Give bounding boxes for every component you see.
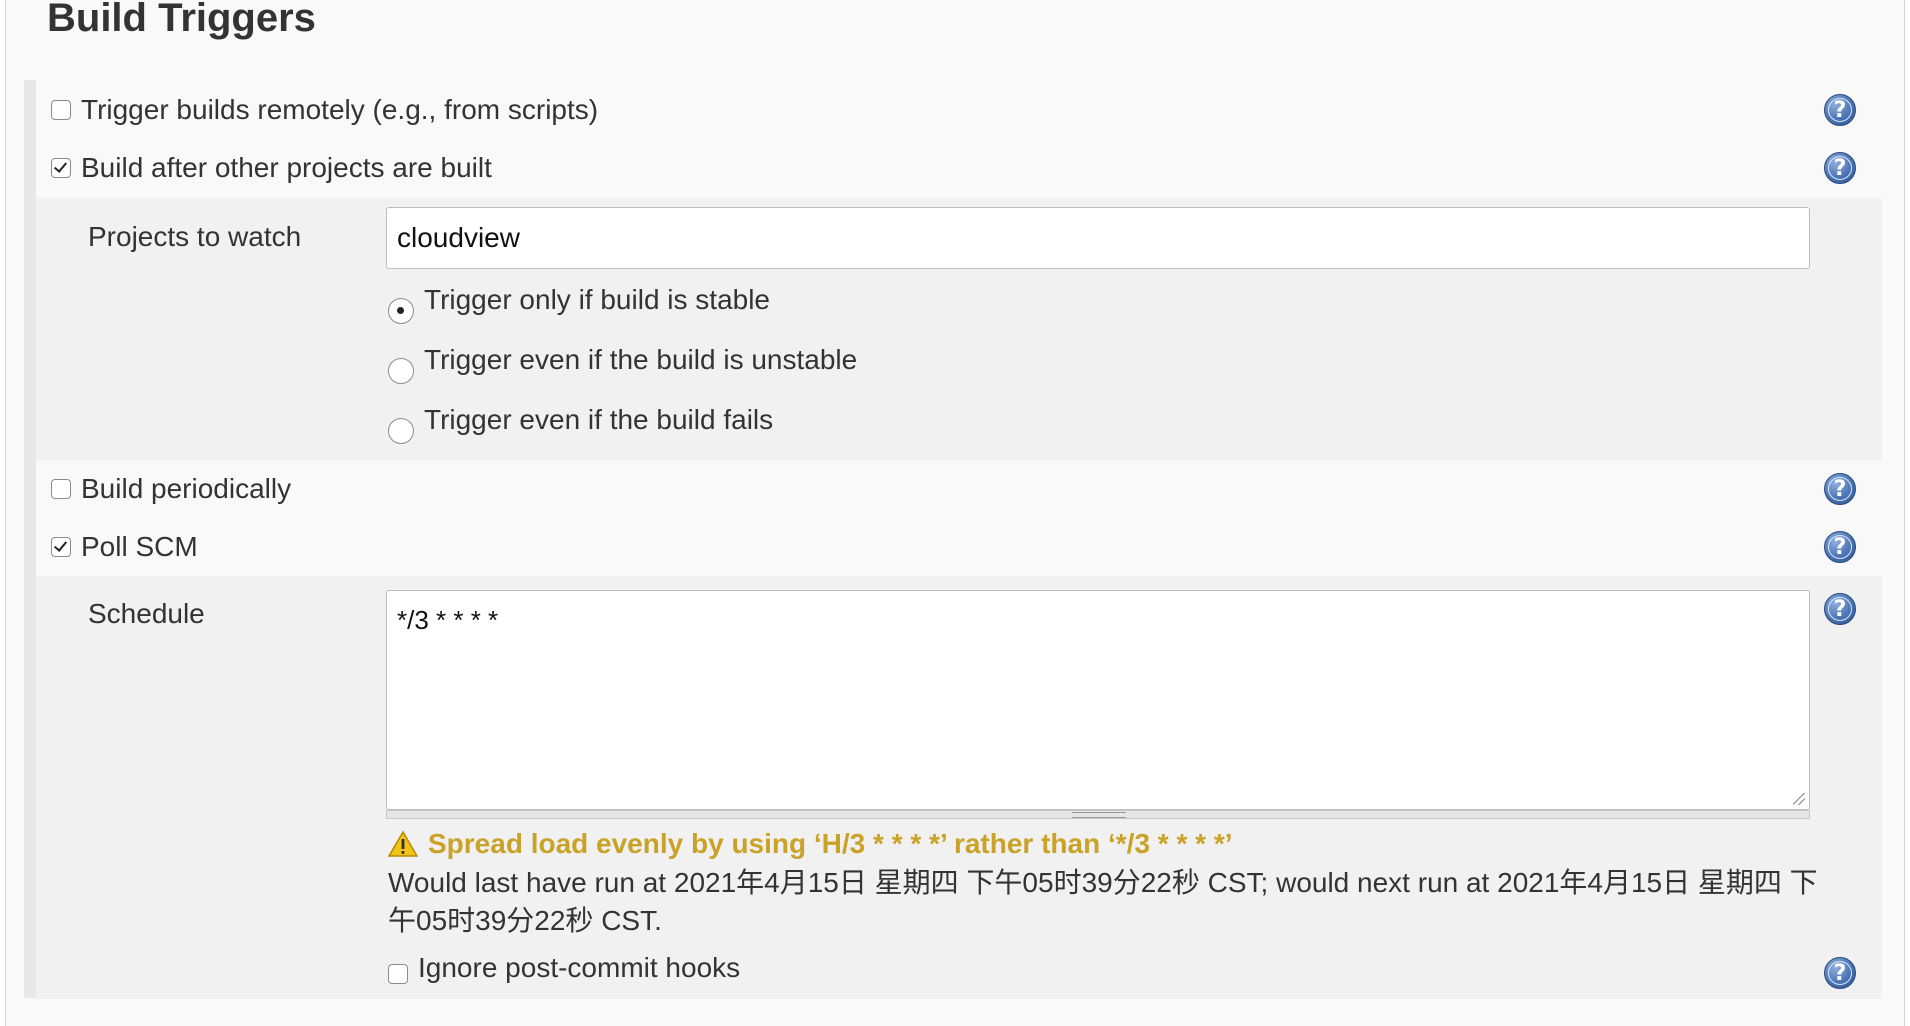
textarea-resize-handle[interactable]	[386, 810, 1810, 819]
projects-to-watch-label: Projects to watch	[88, 221, 302, 252]
schedule-label: Schedule	[88, 598, 205, 629]
help-icon[interactable]: ?	[1824, 593, 1856, 625]
radio-button[interactable]	[388, 358, 414, 384]
warning-icon	[388, 830, 418, 857]
section-title: Build Triggers	[47, 0, 316, 40]
warning-text: Spread load evenly by using ‘H/3 * * * *…	[428, 828, 1233, 859]
help-icon[interactable]: ?	[1824, 957, 1856, 989]
radio-button[interactable]	[388, 298, 414, 324]
ignore-post-commit-hooks-checkbox[interactable]	[388, 964, 408, 984]
build-periodically-row[interactable]: Build periodically	[51, 463, 291, 515]
build-after-other-checkbox[interactable]	[51, 158, 71, 178]
ignore-post-commit-hooks-row[interactable]: Ignore post-commit hooks	[388, 952, 740, 984]
help-icon[interactable]: ?	[1824, 152, 1856, 184]
build-triggers-panel: Build Triggers Trigger builds remotely (…	[5, 0, 1905, 1026]
radio-label: Trigger only if build is stable	[424, 284, 771, 315]
section-left-bar	[24, 80, 36, 998]
schedule-warning: Spread load evenly by using ‘H/3 * * * *…	[388, 828, 1233, 860]
ignore-post-commit-hooks-label: Ignore post-commit hooks	[418, 952, 741, 983]
poll-scm-label: Poll SCM	[81, 531, 198, 562]
trigger-remote-label: Trigger builds remotely (e.g., from scri…	[81, 94, 599, 125]
poll-scm-row[interactable]: Poll SCM	[51, 521, 198, 573]
trigger-remote-checkbox[interactable]	[51, 100, 71, 120]
radio-trigger-fails[interactable]: Trigger even if the build fails	[388, 404, 773, 444]
trigger-remote-row[interactable]: Trigger builds remotely (e.g., from scri…	[51, 84, 598, 136]
help-icon[interactable]: ?	[1824, 531, 1856, 563]
build-after-other-row[interactable]: Build after other projects are built	[51, 142, 492, 194]
schedule-textarea[interactable]: */3 * * * *	[386, 590, 1810, 810]
build-periodically-checkbox[interactable]	[51, 479, 71, 499]
radio-button[interactable]	[388, 418, 414, 444]
help-icon[interactable]: ?	[1824, 94, 1856, 126]
resize-grip-icon[interactable]	[1793, 793, 1805, 805]
poll-scm-checkbox[interactable]	[51, 537, 71, 557]
radio-trigger-unstable[interactable]: Trigger even if the build is unstable	[388, 344, 857, 384]
radio-trigger-stable[interactable]: Trigger only if build is stable	[388, 284, 770, 324]
projects-to-watch-input[interactable]: cloudview	[386, 207, 1810, 269]
radio-label: Trigger even if the build fails	[424, 404, 774, 435]
radio-label: Trigger even if the build is unstable	[424, 344, 858, 375]
schedule-value: */3 * * * *	[397, 605, 499, 635]
build-periodically-label: Build periodically	[81, 473, 292, 504]
build-after-other-label: Build after other projects are built	[81, 152, 492, 183]
schedule-info-text: Would last have run at 2021年4月15日 星期四 下午…	[388, 867, 1818, 936]
help-icon[interactable]: ?	[1824, 473, 1856, 505]
